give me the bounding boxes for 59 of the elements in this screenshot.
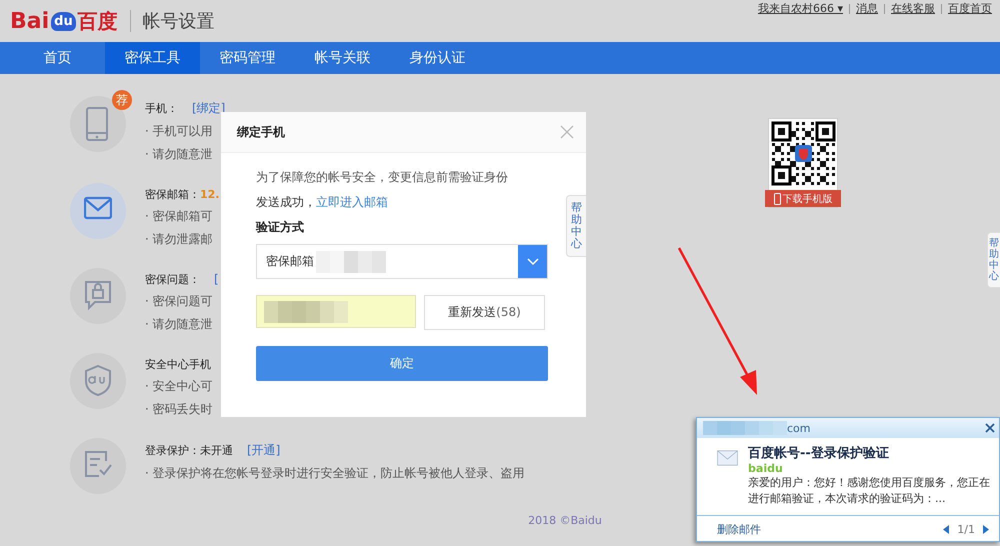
item-description: · 密保邮箱可 (145, 208, 214, 225)
item-title: 密保邮箱： (145, 187, 200, 202)
item-description: · 请勿随意泄 (145, 316, 214, 333)
previous-icon[interactable] (943, 525, 950, 534)
logo-mark: du (51, 12, 76, 30)
close-icon[interactable] (985, 423, 995, 433)
item-description: · 请勿随意泄 (145, 146, 214, 163)
status-text: 发送成功，立即进入邮箱 (256, 194, 389, 211)
confirm-button[interactable]: 确定 (256, 346, 548, 381)
item-title: 密保问题： (145, 272, 200, 287)
mail-sender: baidu (748, 462, 784, 475)
delete-mail-link[interactable]: 删除邮件 (717, 522, 761, 537)
item-value: 12. (200, 188, 220, 201)
header-link[interactable]: 消息 (856, 1, 878, 16)
item-description: · 手机可以用 (145, 123, 214, 140)
item-title: 手机： (145, 101, 178, 116)
notice-text: 为了保障您的帐号安全，变更信息前需验证身份 (256, 169, 509, 186)
mailbox-link[interactable]: 立即进入邮箱 (316, 195, 388, 209)
nav-tab[interactable]: 密码管理 (200, 42, 295, 74)
item-title: 登录保护：未开通 (145, 443, 233, 458)
page-counter: 1/1 (957, 523, 975, 536)
help-center-tab[interactable]: 帮助中心 (987, 232, 1000, 288)
item-link[interactable]: [开通] (247, 442, 280, 459)
copyright-text: 2018 ©Baidu (527, 514, 603, 527)
header-link[interactable]: 百度首页 (948, 1, 992, 16)
item-description: · 密保问题可 (145, 293, 214, 310)
redacted-patch (316, 250, 386, 272)
item-title: 安全中心手机 (145, 357, 211, 372)
item-description: · 安全中心可 (145, 378, 213, 395)
code-field[interactable] (256, 295, 416, 328)
banner-text: 下载手机版 (782, 192, 832, 206)
mail-preview: 亲爱的用户：您好！感谢您使用百度服务，您正在进行邮箱验证，本次请求的验证码为：... (748, 475, 991, 507)
help-center-tab[interactable]: 帮助中心 (566, 195, 586, 258)
lock-chat-icon (84, 279, 112, 313)
item-description: · 登录保护将在您帐号登录时进行安全验证，防止帐号被他人登录、盗用 (145, 465, 525, 482)
nav-tab[interactable]: 身份认证 (390, 42, 485, 74)
field-label: 验证方式 (256, 219, 305, 236)
item-link[interactable]: [ (214, 272, 219, 286)
nav-tab[interactable]: 密保工具 (105, 42, 200, 74)
user-menu[interactable]: 我来自农村666 ▾ (758, 1, 843, 16)
nav-tab[interactable]: 首页 (10, 42, 105, 74)
logo-text: 百度 (78, 8, 118, 34)
page-title: 帐号设置 (142, 10, 215, 33)
download-banner[interactable]: 下载手机版 (765, 190, 841, 207)
dialog-title: 绑定手机 (237, 124, 285, 140)
chevron-down-icon (526, 258, 538, 266)
method-dropdown[interactable]: 密保邮箱 (256, 244, 548, 279)
resend-button[interactable]: 重新发送(58) (424, 295, 545, 330)
account-text: com (787, 422, 810, 434)
logo-text: Bai (10, 8, 50, 34)
header-link[interactable]: 在线客服 (891, 1, 935, 16)
item-description: · 请勿泄露邮 (145, 231, 214, 248)
next-icon[interactable] (983, 525, 989, 534)
nav-tab[interactable]: 帐号关联 (295, 42, 390, 74)
phone-icon (774, 192, 780, 204)
mail-subject: 百度帐号--登录保护验证 (748, 444, 890, 462)
recommend-badge: 荐 (112, 90, 132, 110)
shield-icon (84, 364, 112, 398)
item-description: · 密码丢失时 (145, 401, 213, 418)
